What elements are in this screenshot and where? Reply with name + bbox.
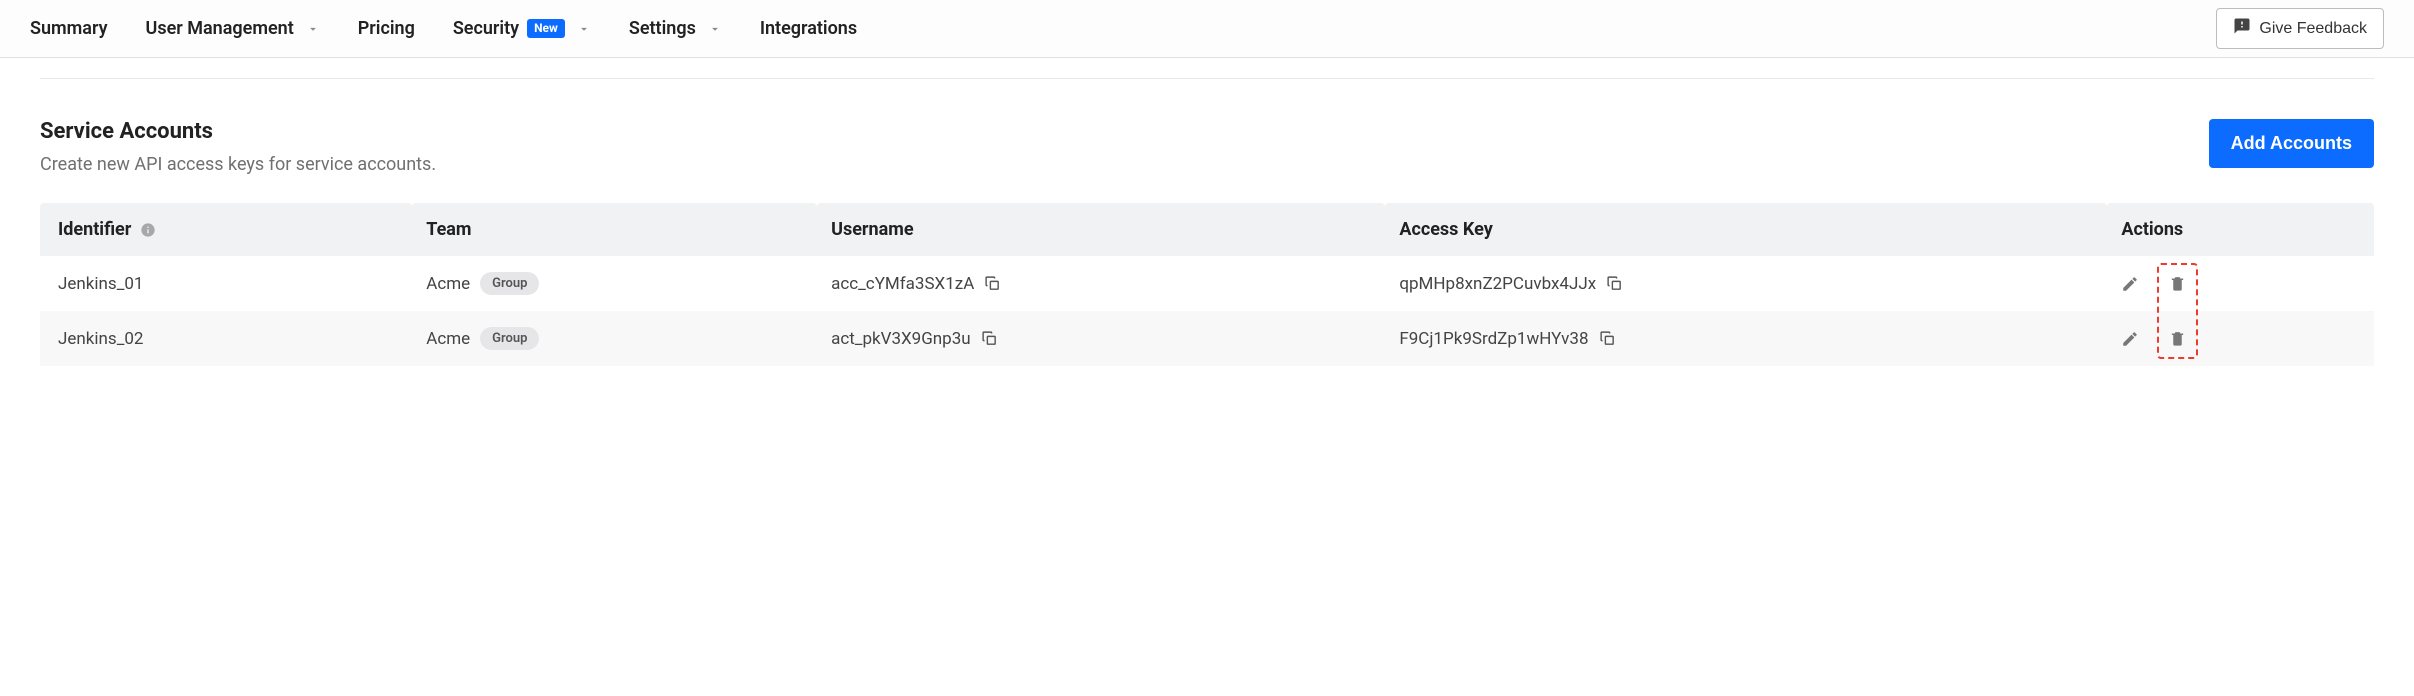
- give-feedback-button[interactable]: Give Feedback: [2216, 8, 2384, 49]
- nav-summary[interactable]: Summary: [30, 18, 108, 39]
- cell-username: act_pkV3X9Gnp3u: [817, 311, 1385, 366]
- group-chip: Group: [480, 327, 539, 350]
- team-name: Acme: [426, 329, 470, 349]
- feedback-icon: [2233, 17, 2251, 40]
- topbar: Summary User Management Pricing Security…: [0, 0, 2414, 58]
- access-key-value: qpMHp8xnZ2PCuvbx4JJx: [1399, 274, 1596, 294]
- cell-access-key: qpMHp8xnZ2PCuvbx4JJx: [1385, 256, 2107, 311]
- username-value: acc_cYMfa3SX1zA: [831, 274, 974, 294]
- chevron-down-icon: [708, 22, 722, 36]
- section-description: Create new API access keys for service a…: [40, 154, 436, 175]
- nav-label: Settings: [629, 18, 696, 39]
- main-nav: Summary User Management Pricing Security…: [30, 18, 857, 39]
- table-row: Jenkins_02 Acme Group act_pkV3X9Gnp3u F9Cj1P…: [40, 311, 2374, 366]
- nav-integrations[interactable]: Integrations: [760, 18, 857, 39]
- edit-icon[interactable]: [2121, 275, 2139, 293]
- table-wrapper: Identifier Team Username Access Key Acti…: [40, 203, 2374, 366]
- nav-user-management[interactable]: User Management: [146, 18, 320, 39]
- cell-identifier: Jenkins_02: [40, 311, 412, 366]
- trash-icon[interactable]: [2169, 275, 2186, 292]
- section-title: Service Accounts: [40, 119, 436, 144]
- cell-actions: [2107, 256, 2374, 311]
- nav-label: Pricing: [358, 18, 415, 39]
- new-badge: New: [527, 19, 565, 37]
- section-titles: Service Accounts Create new API access k…: [40, 119, 436, 175]
- th-team: Team: [412, 203, 817, 256]
- th-username: Username: [817, 203, 1385, 256]
- username-value: act_pkV3X9Gnp3u: [831, 329, 971, 349]
- cell-identifier: Jenkins_01: [40, 256, 412, 311]
- cell-username: acc_cYMfa3SX1zA: [817, 256, 1385, 311]
- chevron-down-icon: [306, 22, 320, 36]
- access-key-value: F9Cj1Pk9SrdZp1wHYv38: [1399, 329, 1588, 349]
- add-accounts-button[interactable]: Add Accounts: [2209, 119, 2374, 168]
- nav-label: User Management: [146, 18, 294, 39]
- service-accounts-table: Identifier Team Username Access Key Acti…: [40, 203, 2374, 366]
- th-identifier: Identifier: [40, 203, 412, 256]
- th-actions: Actions: [2107, 203, 2374, 256]
- copy-icon[interactable]: [984, 275, 1001, 292]
- edit-icon[interactable]: [2121, 330, 2139, 348]
- nav-label: Security: [453, 18, 519, 39]
- cell-access-key: F9Cj1Pk9SrdZp1wHYv38: [1385, 311, 2107, 366]
- group-chip: Group: [480, 272, 539, 295]
- cell-actions: [2107, 311, 2374, 366]
- cell-team: Acme Group: [412, 311, 817, 366]
- chevron-down-icon: [577, 22, 591, 36]
- divider: [40, 78, 2374, 79]
- nav-settings[interactable]: Settings: [629, 18, 722, 39]
- trash-icon[interactable]: [2169, 330, 2186, 347]
- th-label: Identifier: [58, 219, 131, 240]
- nav-security[interactable]: Security New: [453, 18, 591, 39]
- nav-pricing[interactable]: Pricing: [358, 18, 415, 39]
- nav-label: Integrations: [760, 18, 857, 39]
- table-row: Jenkins_01 Acme Group acc_cYMfa3SX1zA qpMHp8…: [40, 256, 2374, 311]
- info-icon[interactable]: [140, 222, 156, 238]
- content-area: Service Accounts Create new API access k…: [0, 58, 2414, 386]
- table-header-row: Identifier Team Username Access Key Acti…: [40, 203, 2374, 256]
- th-access-key: Access Key: [1385, 203, 2107, 256]
- copy-icon[interactable]: [1606, 275, 1623, 292]
- copy-icon[interactable]: [981, 330, 998, 347]
- copy-icon[interactable]: [1599, 330, 1616, 347]
- feedback-label: Give Feedback: [2259, 20, 2367, 38]
- team-name: Acme: [426, 274, 470, 294]
- section-header: Service Accounts Create new API access k…: [40, 119, 2374, 175]
- nav-label: Summary: [30, 18, 108, 39]
- cell-team: Acme Group: [412, 256, 817, 311]
